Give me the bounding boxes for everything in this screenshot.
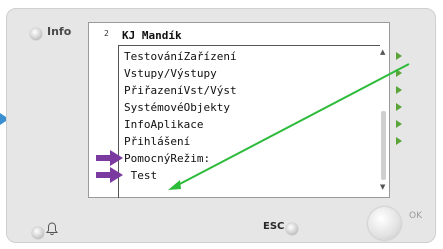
annotation-arrow-icon (96, 150, 123, 166)
esc-label: ESC (263, 221, 285, 232)
menu-item-label: Test (124, 169, 158, 182)
submenu-arrow-icon (396, 120, 402, 128)
screen-title: KJ Mandík (122, 29, 182, 42)
scroll-thumb[interactable] (381, 111, 386, 180)
info-label: Info (47, 25, 72, 38)
title-divider (118, 45, 380, 46)
submenu-arrow-icon (396, 86, 402, 94)
menu-item-prirazeni[interactable]: PřiřazeníVst/Výst (124, 82, 402, 99)
menu-item-label: PřiřazeníVst/Výst (124, 84, 237, 97)
menu-item-pomocny-rezim[interactable]: PomocnýRežim: (124, 150, 374, 167)
annotation-arrow-icon (96, 167, 123, 183)
submenu-arrow-icon (396, 69, 402, 77)
menu-item-label: Přihlášení (124, 135, 191, 148)
menu-item-systemove-objekty[interactable]: SystémovéObjekty (124, 99, 402, 116)
info-led-icon[interactable] (30, 28, 42, 40)
bell-icon[interactable] (46, 222, 58, 236)
menu-item-prihlaseni[interactable]: Přihlášení (124, 133, 402, 150)
menu-item-label: InfoAplikace (124, 118, 204, 131)
menu-item-info-aplikace[interactable]: InfoAplikace (124, 116, 402, 133)
scroll-down-icon[interactable]: ▼ (380, 183, 385, 191)
scroll-up-icon[interactable]: ▲ (380, 48, 385, 56)
ok-knob-icon[interactable] (368, 207, 401, 240)
menu-item-label: Vstupy/Výstupy (124, 67, 217, 80)
menu-item-vstupy-vystupy[interactable]: Vstupy/Výstupy (124, 65, 402, 82)
menu-item-label: SystémovéObjekty (124, 101, 230, 114)
alarm-led-icon[interactable] (32, 227, 44, 239)
menu-item-testovani[interactable]: TestováníZařízení (124, 48, 402, 65)
menu-item-label: PomocnýRežim: (124, 152, 211, 165)
menu-item-test[interactable]: Test (124, 167, 374, 184)
menu-item-label: TestováníZařízení (124, 50, 237, 63)
esc-led-icon[interactable] (286, 223, 298, 235)
submenu-arrow-icon (396, 137, 402, 145)
submenu-arrow-icon (396, 103, 402, 111)
submenu-arrow-icon (396, 52, 402, 60)
ok-label: OK (409, 211, 422, 221)
page-number: 2 (104, 29, 109, 38)
scrollbar[interactable]: ▲ ▼ (380, 48, 386, 194)
